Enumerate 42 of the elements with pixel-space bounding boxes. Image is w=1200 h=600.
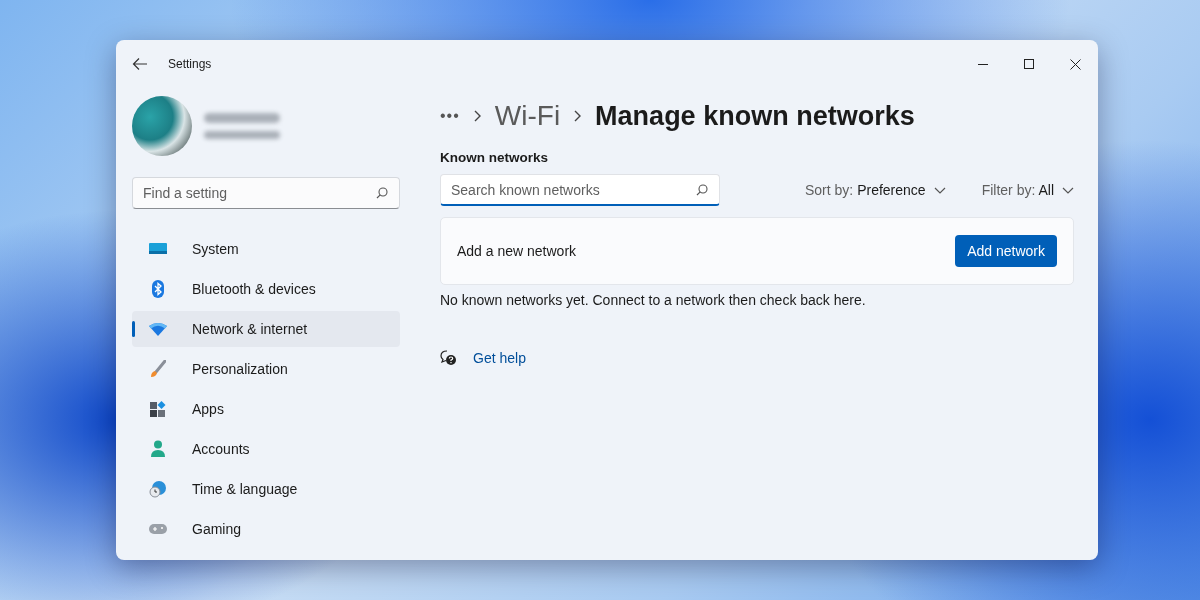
sidebar-item[interactable]: Bluetooth & devices: [132, 271, 400, 307]
chevron-down-icon: [1062, 186, 1074, 194]
person-icon: [150, 440, 166, 458]
sidebar-item[interactable]: Accounts: [132, 431, 400, 467]
search-field[interactable]: Find a setting: [132, 177, 400, 209]
sidebar-item[interactable]: Network & internet: [132, 311, 400, 347]
search-icon: [696, 184, 708, 196]
chevron-right-icon: [473, 110, 481, 122]
sidebar-item[interactable]: Time & language: [132, 471, 400, 507]
chevron-right-icon: [574, 110, 582, 122]
window-title: Settings: [168, 57, 212, 71]
get-help-link[interactable]: Get help: [473, 350, 526, 366]
filter-dropdown[interactable]: Filter by: All: [981, 182, 1074, 198]
back-arrow-icon[interactable]: [132, 57, 148, 71]
add-network-button[interactable]: Add network: [955, 235, 1057, 267]
sidebar-item[interactable]: Personalization: [132, 351, 400, 387]
monitor-icon: [149, 242, 167, 256]
sidebar-item[interactable]: System: [132, 231, 400, 267]
wifi-icon: [149, 322, 167, 336]
maximize-icon: [1024, 59, 1034, 69]
selection-indicator: [132, 321, 135, 337]
sidebar-item[interactable]: Apps: [132, 391, 400, 427]
close-icon: [1069, 58, 1081, 70]
empty-message: No known networks yet. Connect to a network then check back here.: [440, 292, 867, 308]
search-field[interactable]: Search known networks: [440, 174, 720, 206]
avatar-photo-placeholder: [132, 96, 192, 156]
sidebar-item[interactable]: Gaming: [132, 511, 400, 547]
minimize-icon: [978, 63, 988, 65]
search-icon: [376, 187, 388, 199]
card-label: Add a new network: [457, 243, 577, 259]
globe-clock-icon: [149, 480, 167, 498]
bluetooth-icon: [152, 280, 164, 298]
page-title: Manage known networks: [595, 100, 915, 132]
breadcrumb-link[interactable]: Wi-Fi: [494, 100, 561, 132]
apps-icon: [150, 401, 166, 417]
section-heading: Known networks: [440, 150, 549, 165]
paintbrush-icon: [150, 360, 166, 378]
more-breadcrumbs-button[interactable]: •••: [440, 107, 460, 125]
gamepad-icon: [149, 523, 167, 535]
help-chat-icon: [440, 350, 457, 366]
sort-dropdown[interactable]: Sort by: Preference: [805, 182, 946, 198]
chevron-down-icon: [933, 186, 946, 194]
